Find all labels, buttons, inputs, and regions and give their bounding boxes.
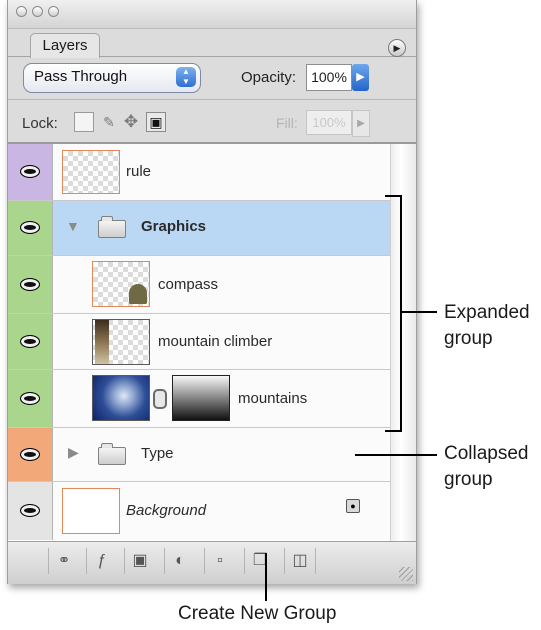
layer-thumbnail[interactable] (62, 150, 120, 194)
visibility-eye-icon[interactable] (20, 448, 40, 461)
lock-all-icon[interactable]: ▣ (146, 112, 166, 132)
resize-grip-icon[interactable] (399, 567, 413, 581)
layers-toolbar: ⚭ ƒ ▣ ◐ ▫ ❐ ◫ (8, 541, 416, 584)
layer-row-compass[interactable]: compass (8, 256, 390, 314)
group-name[interactable]: Type (141, 445, 174, 462)
new-group-icon[interactable]: ▫ (204, 548, 235, 574)
layer-color-tag (8, 144, 53, 200)
select-arrows-icon: ▲ ▼ (176, 67, 196, 87)
layer-row-mountain-climber[interactable]: mountain climber (8, 314, 390, 370)
layer-thumbnail[interactable] (62, 488, 120, 534)
new-layer-icon[interactable]: ❐ (244, 548, 275, 574)
layer-style-icon[interactable]: ƒ (86, 548, 117, 574)
visibility-eye-icon[interactable] (20, 278, 40, 291)
tab-layers[interactable]: Layers (30, 33, 100, 58)
add-mask-icon[interactable]: ▣ (124, 548, 155, 574)
expanded-leader-line (402, 311, 437, 313)
layer-color-tag (8, 482, 53, 540)
callout-expanded-group: Expanded group (444, 302, 530, 349)
layer-row-mountains[interactable]: mountains (8, 370, 390, 428)
fill-input: 100% (306, 110, 352, 135)
layer-list: rule ▼ Graphics compass mountain climber… (8, 144, 416, 541)
new-group-leader-line (265, 553, 267, 601)
layer-row-background[interactable]: Background ● (8, 482, 390, 540)
layer-row-rule[interactable]: rule (8, 144, 390, 201)
visibility-eye-icon[interactable] (20, 221, 40, 234)
title-bar (8, 0, 416, 29)
layer-thumbnail[interactable] (92, 319, 150, 365)
lock-transparent-pixels-icon[interactable] (74, 112, 94, 132)
layer-group-graphics[interactable]: ▼ Graphics (8, 201, 390, 256)
layer-name[interactable]: rule (126, 163, 151, 180)
opacity-input[interactable]: 100% (306, 64, 352, 91)
bracket-vertical (400, 195, 402, 432)
divider (8, 99, 416, 100)
minimize-window-button[interactable] (32, 6, 43, 17)
climber-image (95, 320, 109, 364)
layer-thumbnail[interactable] (92, 261, 150, 307)
lock-image-pixels-icon[interactable]: ✎ (99, 112, 119, 132)
layer-name[interactable]: mountain climber (158, 333, 272, 350)
scrollbar[interactable] (390, 144, 416, 541)
lock-label: Lock: (22, 115, 58, 132)
visibility-eye-icon[interactable] (20, 392, 40, 405)
compass-image (129, 284, 147, 304)
opacity-slider-button[interactable]: ▶ (352, 64, 369, 91)
close-window-button[interactable] (16, 6, 27, 17)
layer-color-tag (8, 314, 53, 369)
callout-create-new-group: Create New Group (178, 603, 337, 624)
expand-triangle-icon[interactable]: ▼ (66, 218, 80, 234)
collapse-triangle-icon[interactable]: ▶ (68, 444, 79, 461)
adjustment-layer-icon[interactable]: ◐ (164, 548, 195, 574)
visibility-eye-icon[interactable] (20, 335, 40, 348)
callout-collapsed-group: Collapsed group (444, 443, 529, 490)
opacity-label: Opacity: (241, 69, 297, 86)
layer-thumbnail[interactable] (92, 375, 150, 421)
collapsed-leader-line (355, 454, 437, 456)
folder-icon (98, 216, 126, 238)
fill-label: Fill: (276, 115, 298, 131)
layer-color-tag (8, 428, 53, 481)
layer-color-tag (8, 256, 53, 313)
bracket-bottom (385, 430, 402, 432)
lock-icon: ● (346, 499, 360, 513)
folder-icon (98, 443, 126, 465)
lock-position-icon[interactable]: ✥ (121, 112, 141, 132)
layer-color-tag (8, 370, 53, 427)
zoom-window-button[interactable] (48, 6, 59, 17)
fill-slider-button: ▶ (352, 110, 370, 137)
trash-icon[interactable]: ◫ (284, 548, 316, 574)
blend-mode-select[interactable]: Pass Through ▲ ▼ (23, 63, 201, 93)
link-chain-icon[interactable] (153, 389, 167, 409)
panel-menu-button[interactable]: ▶ (388, 39, 406, 57)
layer-name[interactable]: compass (158, 276, 218, 293)
visibility-eye-icon[interactable] (20, 504, 40, 517)
link-icon[interactable]: ⚭ (48, 548, 79, 574)
layer-name[interactable]: mountains (238, 390, 307, 407)
blend-mode-value: Pass Through (34, 68, 128, 85)
layer-group-type[interactable]: ▶ Type (8, 428, 390, 482)
layer-mask-thumbnail[interactable] (172, 375, 230, 421)
visibility-eye-icon[interactable] (20, 165, 40, 178)
layers-panel: Layers ▶ Pass Through ▲ ▼ Opacity: 100% ▶… (7, 0, 417, 584)
group-name[interactable]: Graphics (141, 218, 206, 235)
layer-name[interactable]: Background (126, 502, 206, 519)
layer-color-tag (8, 201, 53, 255)
